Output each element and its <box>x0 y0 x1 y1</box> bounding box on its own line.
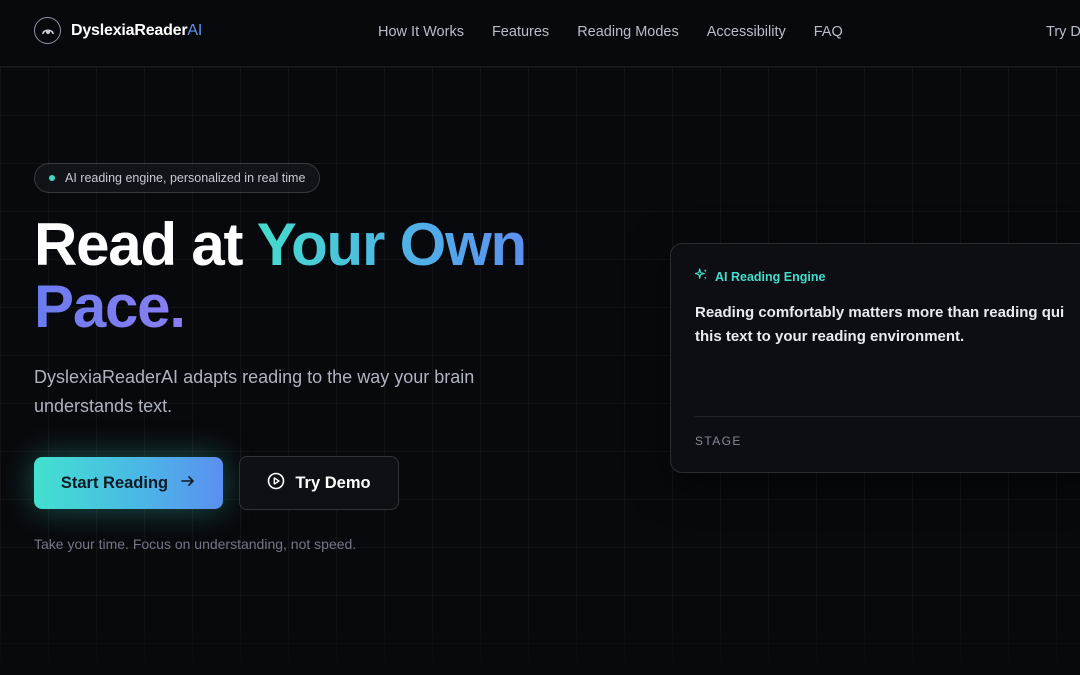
hero-note: Take your time. Focus on understanding, … <box>34 536 357 552</box>
nav-link-how-it-works[interactable]: How It Works <box>378 24 464 40</box>
card-stage-label: STAGE <box>695 434 742 448</box>
ai-reading-engine-card: AI Reading Engine Reading comfortably ma… <box>670 243 1080 473</box>
logo-main: DyslexiaReader <box>71 21 188 39</box>
nav-try-demo-link[interactable]: Try D <box>1046 24 1080 40</box>
card-text-line-1: Reading comfortably matters more than re… <box>695 304 1065 321</box>
sparkles-icon <box>694 268 708 286</box>
brain-eye-icon <box>34 17 61 44</box>
status-dot-icon <box>49 175 55 181</box>
landing-page: DyslexiaReaderAI How It Works Features R… <box>0 0 1080 675</box>
arrow-right-icon <box>180 473 196 494</box>
hero-badge: AI reading engine, personalized in real … <box>34 163 321 193</box>
hero-badge-text: AI reading engine, personalized in real … <box>65 171 306 185</box>
start-reading-button[interactable]: Start Reading <box>34 457 223 509</box>
nav-links: How It Works Features Reading Modes Acce… <box>378 24 843 40</box>
nav-link-faq[interactable]: FAQ <box>814 24 843 40</box>
nav-link-accessibility[interactable]: Accessibility <box>707 24 786 40</box>
logo-accent: AI <box>187 21 203 39</box>
card-divider <box>695 416 1080 417</box>
headline-plain: Read at <box>34 211 257 278</box>
nav-link-reading-modes[interactable]: Reading Modes <box>577 24 679 40</box>
nav-link-features[interactable]: Features <box>492 24 549 40</box>
hero-headline: Read at Your Own Pace. <box>34 214 594 338</box>
card-header: AI Reading Engine <box>694 268 826 286</box>
card-reading-text: Reading comfortably matters more than re… <box>695 301 1080 349</box>
card-text-line-2: this text to your reading environment. <box>695 328 965 345</box>
try-demo-label: Try Demo <box>295 473 371 492</box>
headline-gradient-2: Pace. <box>34 273 186 340</box>
logo-text: DyslexiaReaderAI <box>71 22 202 40</box>
headline-gradient-1: Your Own <box>256 211 527 278</box>
top-nav: DyslexiaReaderAI How It Works Features R… <box>0 0 1080 67</box>
hero-subtitle: DyslexiaReaderAI adapts reading to the w… <box>34 367 475 416</box>
play-circle-icon <box>267 472 285 495</box>
start-reading-label: Start Reading <box>60 473 169 492</box>
try-demo-button[interactable]: Try Demo <box>239 456 399 510</box>
card-title: AI Reading Engine <box>715 270 826 284</box>
logo-link[interactable]: DyslexiaReaderAI <box>34 17 202 44</box>
background-fade <box>0 595 1080 675</box>
